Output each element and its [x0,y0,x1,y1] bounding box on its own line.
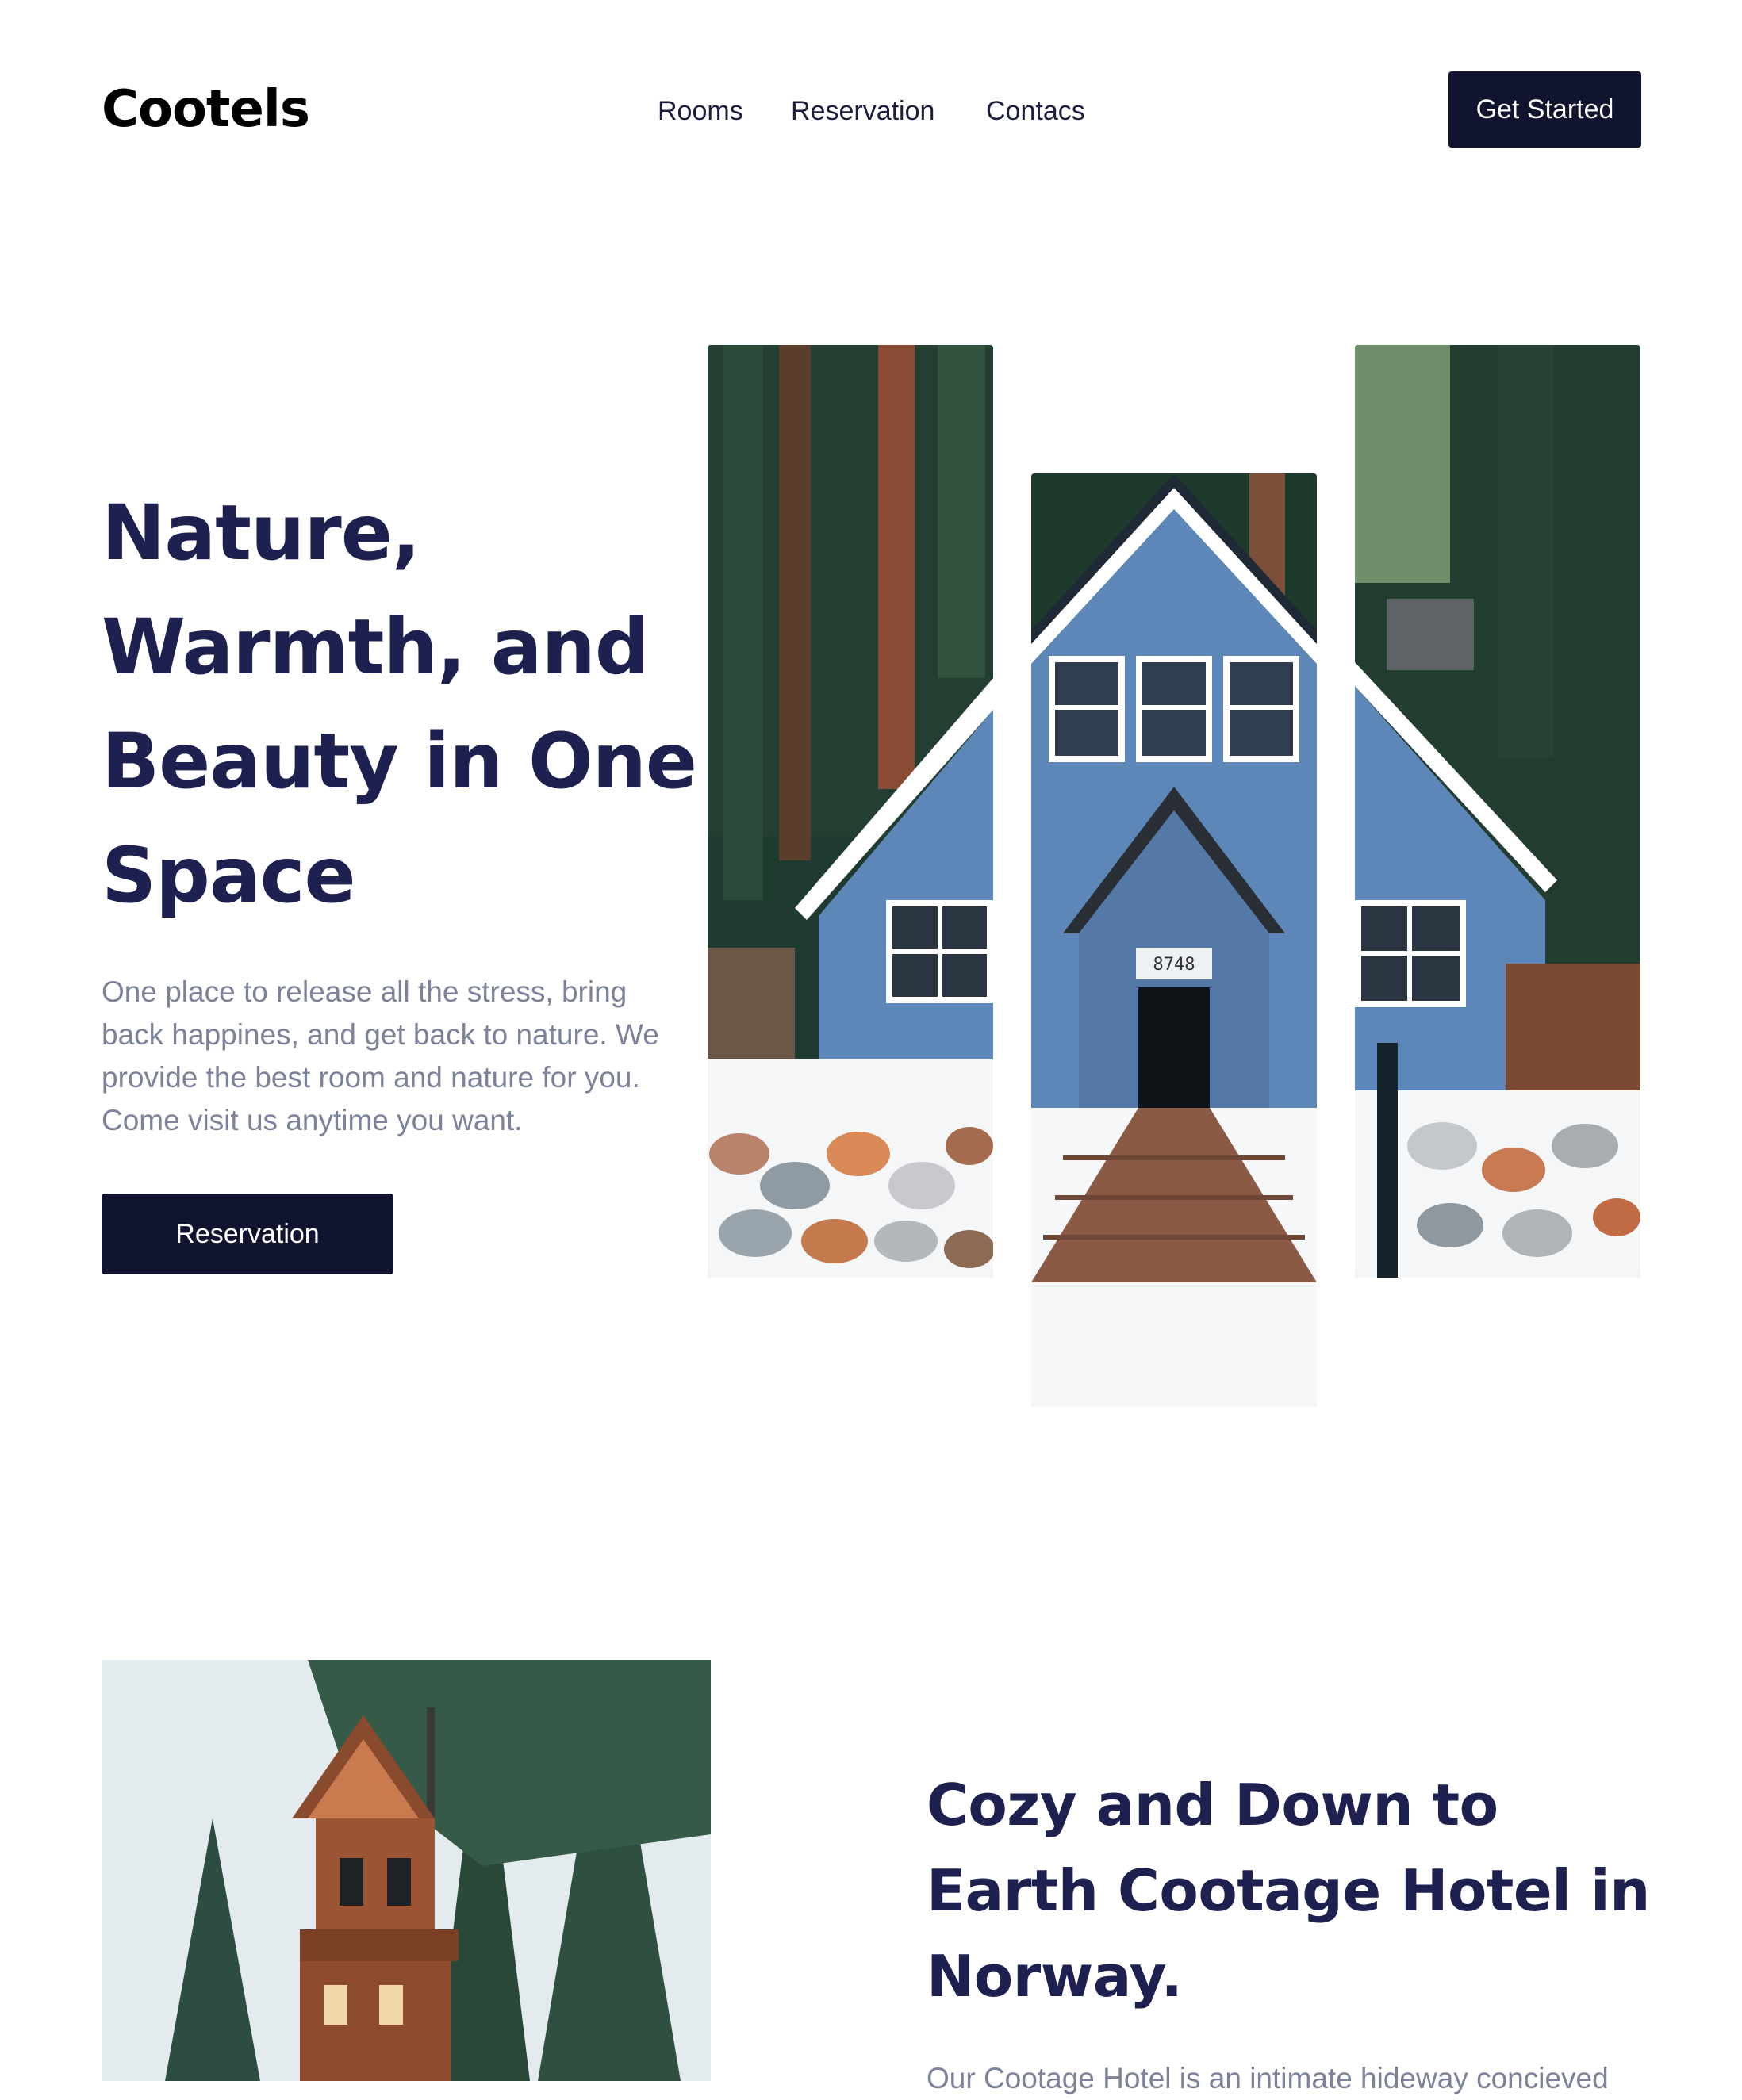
cabin-center-strip-image: 8748 [1031,473,1317,1406]
house-number-text: 8748 [1153,955,1195,975]
cabin-left-strip-image [708,345,993,1278]
about-title: Cozy and Down to Earth Cootage Hotel in … [927,1772,1650,2010]
hero-description: One place to release all the stress, bri… [102,975,659,1136]
get-started-button[interactable]: Get Started [1448,71,1641,148]
about-description: Our Cootage Hotel is an intimate hideway… [927,2062,1609,2094]
hero-title: Nature, Warmth, and Beauty in One Space [102,489,697,920]
nav-link-contacts[interactable]: Contacs [986,94,1085,128]
nav-link-reservation[interactable]: Reservation [791,94,934,128]
reservation-button[interactable]: Reservation [102,1194,393,1274]
cabin-right-strip-image [1355,345,1640,1278]
treehouse-image [102,1660,711,2081]
nav-link-rooms[interactable]: Rooms [658,94,743,128]
